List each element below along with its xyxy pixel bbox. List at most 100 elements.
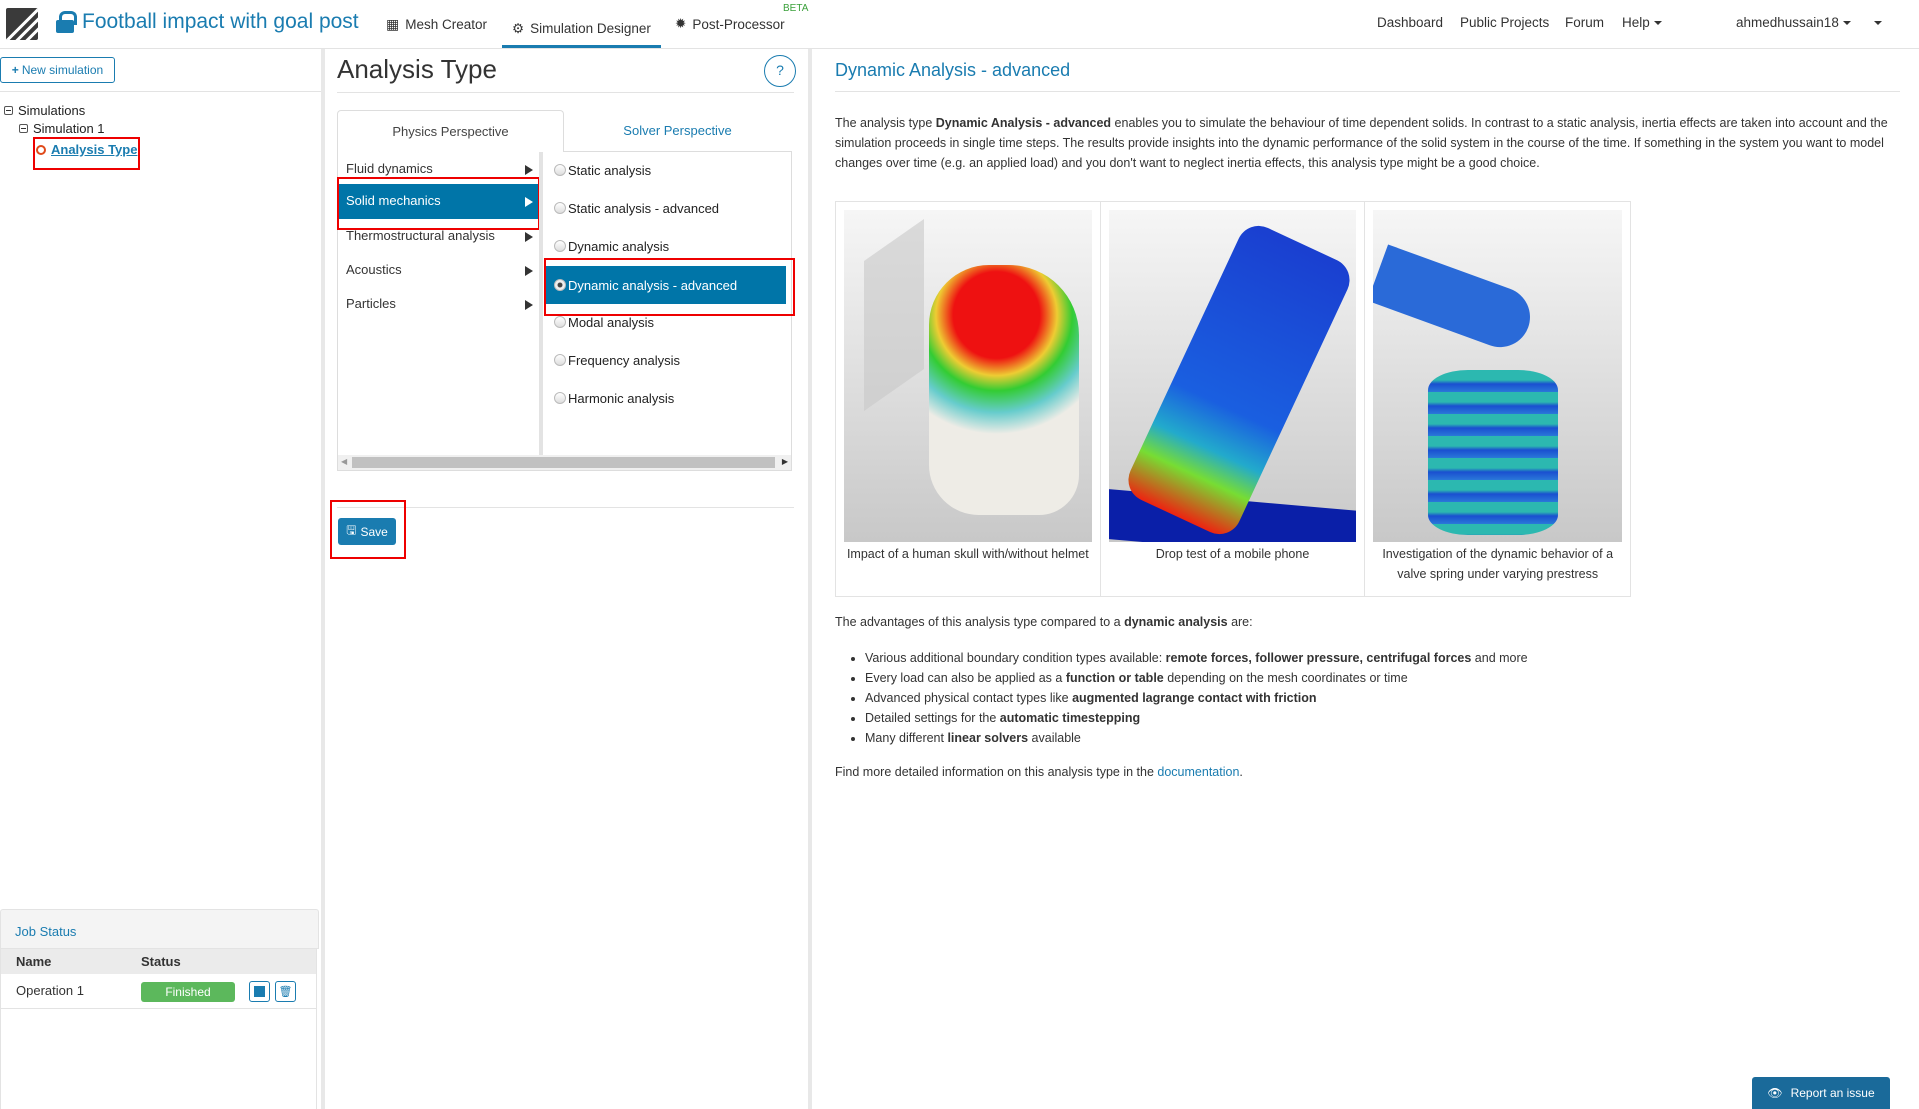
tab-post-processor[interactable]: ✹ Post-Processor bbox=[675, 12, 785, 36]
table-header: Name Status bbox=[1, 949, 316, 974]
link-public-projects[interactable]: Public Projects bbox=[1460, 15, 1549, 30]
analysis-frequency[interactable]: Frequency analysis bbox=[545, 341, 786, 379]
radio-button[interactable] bbox=[554, 316, 566, 328]
save-button[interactable]: 🖫 Save bbox=[338, 518, 396, 545]
category-label: Particles bbox=[346, 296, 396, 311]
delete-button[interactable]: 🗑 bbox=[275, 981, 296, 1002]
tab-simulation-designer[interactable]: ⚙ Simulation Designer bbox=[502, 12, 661, 48]
horizontal-scrollbar[interactable]: ◀ ▶ bbox=[338, 455, 791, 470]
tab-label: Mesh Creator bbox=[405, 16, 488, 32]
list-item: Every load can also be applied as a func… bbox=[865, 668, 1865, 688]
category-label: Thermostructural analysis bbox=[346, 228, 495, 243]
gallery-item: Impact of a human skull with/without hel… bbox=[836, 202, 1101, 596]
trash-icon: 🗑 bbox=[278, 986, 293, 998]
arrow-right-icon bbox=[525, 165, 533, 175]
documentation-link[interactable]: documentation bbox=[1157, 765, 1239, 779]
category-label: Fluid dynamics bbox=[346, 161, 433, 176]
skull-impact-image bbox=[844, 210, 1092, 542]
project-title: Football impact with goal post bbox=[56, 10, 359, 34]
panel-resize-handle[interactable] bbox=[808, 49, 812, 1109]
radio-button[interactable] bbox=[554, 164, 566, 176]
save-label: Save bbox=[360, 524, 388, 539]
text: Many different bbox=[865, 731, 948, 745]
arrow-right-icon bbox=[525, 266, 533, 276]
tree-simulation-1[interactable]: Simulation 1 bbox=[19, 121, 105, 136]
tree-label: Analysis Type bbox=[51, 142, 138, 157]
radio-button[interactable] bbox=[554, 202, 566, 214]
divider bbox=[337, 92, 794, 93]
category-particles[interactable]: Particles bbox=[338, 287, 539, 321]
caption: Investigation of the dynamic behavior of… bbox=[1382, 547, 1614, 581]
analysis-harmonic[interactable]: Harmonic analysis bbox=[545, 379, 786, 417]
scrollbar-thumb[interactable] bbox=[352, 457, 775, 468]
text: Find more detailed information on this a… bbox=[835, 765, 1158, 779]
text-bold: automatic timestepping bbox=[999, 711, 1141, 725]
text: . bbox=[1239, 765, 1243, 779]
divider bbox=[0, 91, 321, 92]
text-bold: Dynamic Analysis - advanced bbox=[935, 116, 1112, 130]
phone-drop-image bbox=[1108, 210, 1357, 542]
column-name: Name bbox=[16, 954, 52, 969]
analysis-label: Frequency analysis bbox=[568, 352, 680, 368]
tab-mesh-creator[interactable]: ▦ Mesh Creator bbox=[386, 12, 487, 36]
extra-menu[interactable] bbox=[1870, 15, 1882, 30]
project-title-text: Football impact with goal post bbox=[82, 10, 359, 33]
new-simulation-button[interactable]: + New simulation bbox=[0, 57, 115, 83]
text: and more bbox=[1471, 651, 1528, 665]
scroll-left-icon[interactable]: ◀ bbox=[341, 457, 347, 466]
gallery-item: Investigation of the dynamic behavior of… bbox=[1365, 202, 1630, 596]
eye-icon: 👁 bbox=[1767, 1086, 1783, 1100]
analysis-static-advanced[interactable]: Static analysis - advanced bbox=[545, 189, 786, 227]
list-item: Various additional boundary condition ty… bbox=[865, 648, 1865, 668]
analysis-label: Harmonic analysis bbox=[568, 390, 675, 406]
tree-label: Simulations bbox=[18, 103, 86, 118]
text: The analysis type bbox=[835, 116, 936, 130]
radio-button[interactable] bbox=[554, 240, 566, 252]
text: available bbox=[1028, 731, 1081, 745]
floppy-icon: 🖫 bbox=[346, 523, 357, 537]
text: Various additional boundary condition ty… bbox=[865, 651, 1166, 665]
text: depending on the mesh coordinates or tim… bbox=[1163, 671, 1408, 685]
grid-icon: ▦ bbox=[386, 15, 400, 32]
caret-down-icon bbox=[1874, 21, 1882, 26]
tab-label: Simulation Designer bbox=[530, 21, 651, 36]
text: are: bbox=[1227, 615, 1253, 629]
help-label: Help bbox=[1622, 15, 1650, 30]
collapse-icon[interactable] bbox=[19, 124, 28, 133]
job-name: Operation 1 bbox=[16, 983, 84, 998]
analysis-static[interactable]: Static analysis bbox=[545, 151, 786, 189]
valve-spring-image bbox=[1373, 210, 1623, 542]
new-simulation-label: New simulation bbox=[21, 63, 104, 77]
tab-solver-perspective[interactable]: Solver Perspective bbox=[564, 110, 791, 152]
tree-simulations[interactable]: Simulations bbox=[4, 103, 85, 118]
link-dashboard[interactable]: Dashboard bbox=[1377, 15, 1443, 30]
more-info: Find more detailed information on this a… bbox=[835, 762, 1905, 782]
help-button[interactable]: ? bbox=[764, 55, 796, 87]
sidebar-resize-handle[interactable] bbox=[321, 49, 325, 1109]
text-bold: function or table bbox=[1065, 671, 1164, 685]
stop-button[interactable] bbox=[249, 981, 270, 1002]
app-logo[interactable] bbox=[6, 8, 38, 40]
analysis-label: Modal analysis bbox=[568, 314, 654, 330]
help-menu[interactable]: Help bbox=[1622, 15, 1662, 30]
tree-analysis-type[interactable]: Analysis Type bbox=[36, 142, 137, 157]
advantages-list: Various additional boundary condition ty… bbox=[865, 648, 1865, 748]
caption: Impact of a human skull with/without hel… bbox=[846, 547, 1089, 561]
radio-button[interactable] bbox=[554, 354, 566, 366]
report-issue-button[interactable]: 👁 Report an issue bbox=[1752, 1077, 1890, 1109]
column-splitter[interactable] bbox=[539, 152, 543, 455]
tab-physics-perspective[interactable]: Physics Perspective bbox=[337, 110, 564, 152]
radio-button[interactable] bbox=[554, 392, 566, 404]
column-status: Status bbox=[141, 954, 181, 969]
gears-icon: ⚙ bbox=[512, 20, 525, 36]
text: Every load can also be applied as a bbox=[865, 671, 1066, 685]
analysis-description-title: Dynamic Analysis - advanced bbox=[835, 60, 1071, 80]
category-acoustics[interactable]: Acoustics bbox=[338, 253, 539, 287]
collapse-icon[interactable] bbox=[4, 106, 13, 115]
caret-down-icon bbox=[1842, 21, 1851, 26]
scroll-right-icon[interactable]: ▶ bbox=[782, 457, 788, 466]
user-menu[interactable]: ahmedhussain18 bbox=[1736, 15, 1851, 30]
list-item: Advanced physical contact types like aug… bbox=[865, 688, 1865, 708]
link-forum[interactable]: Forum bbox=[1565, 15, 1604, 30]
text-bold: remote forces, follower pressure, centri… bbox=[1165, 651, 1472, 665]
